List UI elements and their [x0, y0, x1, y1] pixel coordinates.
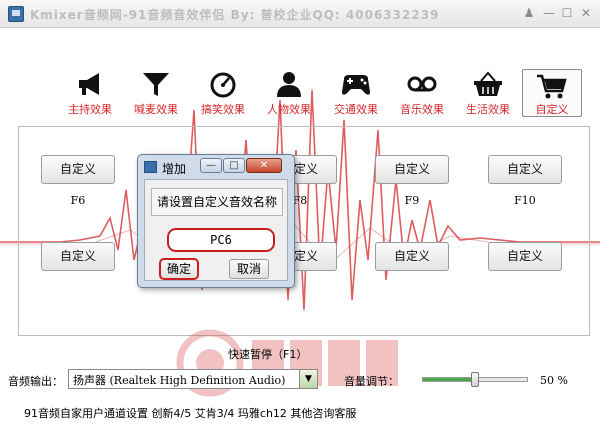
effect-name-input[interactable]: PC6 — [167, 228, 275, 252]
basket-icon — [474, 71, 502, 96]
tab-custom[interactable]: 自定义 — [522, 69, 582, 117]
status-footer: 91音频自家用户通道设置 创新4/5 艾肯3/4 玛雅ch12 其他咨询客服 — [24, 407, 357, 420]
volume-label: 音量调节： — [344, 375, 399, 388]
volume-thumb[interactable] — [471, 372, 479, 387]
tab-label: 交通效果 — [334, 103, 378, 116]
megaphone-icon — [79, 73, 99, 95]
custom-effect-button[interactable]: 自定义 — [41, 242, 115, 271]
window-title: Kmixer音频网-91音频音效伴侣 By: 普校企业QQ: 400633223… — [30, 8, 440, 22]
close-button[interactable]: ✕ — [577, 4, 595, 22]
dialog-maximize-button[interactable]: □ — [223, 158, 245, 173]
tab-label: 喊麦效果 — [134, 103, 178, 116]
custom-effect-button-f9[interactable]: 自定义 — [375, 155, 449, 184]
person-icon — [277, 72, 301, 97]
tab-funny-effects[interactable]: 搞笑效果 — [193, 70, 253, 120]
dialog-minimize-button[interactable]: — — [200, 158, 222, 173]
custom-effect-button-f6[interactable]: 自定义 — [41, 155, 115, 184]
watermark-logo — [176, 329, 398, 397]
person-icon[interactable]: ♟ — [520, 4, 538, 22]
custom-effect-button[interactable]: 自定义 — [375, 242, 449, 271]
title-bar: Kmixer音频网-91音频音效伴侣 By: 普校企业QQ: 400633223… — [0, 0, 600, 28]
ok-button[interactable]: 确定 — [159, 258, 199, 280]
volume-slider[interactable] — [422, 372, 528, 387]
tab-shout-effects[interactable]: 喊麦效果 — [126, 70, 186, 120]
funnel-icon — [143, 73, 169, 96]
gauge-icon — [210, 72, 236, 98]
audio-output-select[interactable]: 扬声器 (Realtek High Definition Audio) ▼ — [68, 369, 318, 389]
cancel-button[interactable]: 取消 — [229, 259, 269, 279]
audio-output-label: 音频输出： — [8, 375, 63, 388]
tab-label: 主持效果 — [68, 103, 112, 116]
minimize-button[interactable]: — — [540, 4, 558, 22]
custom-effect-button[interactable]: 自定义 — [488, 242, 562, 271]
tab-music-effects[interactable]: 音乐效果 — [392, 70, 452, 120]
fkey-label: F10 — [514, 194, 536, 207]
tab-life-effects[interactable]: 生活效果 — [458, 70, 518, 120]
dialog-app-icon — [144, 161, 157, 173]
custom-effect-button-f10[interactable]: 自定义 — [488, 155, 562, 184]
tab-label: 人物效果 — [267, 103, 311, 116]
chevron-down-icon[interactable]: ▼ — [299, 370, 317, 388]
volume-fill — [423, 378, 475, 381]
dialog-close-button[interactable]: ✕ — [246, 158, 282, 173]
fkey-label: F6 — [70, 194, 86, 207]
tab-host-effects[interactable]: 主持效果 — [60, 70, 120, 120]
pause-hotkey-label[interactable]: 快速暂停（F1） — [228, 346, 307, 362]
tab-character-effects[interactable]: 人物效果 — [259, 70, 319, 120]
add-dialog: 增加 — □ ✕ 请设置自定义音效名称 PC6 确定 取消 — [137, 154, 295, 288]
tab-label: 音乐效果 — [400, 103, 444, 116]
cassette-icon — [407, 76, 437, 92]
tab-traffic-effects[interactable]: 交通效果 — [326, 70, 386, 120]
fkey-label: F9 — [404, 194, 420, 207]
gamepad-icon — [342, 75, 370, 95]
dialog-prompt: 请设置自定义音效名称 — [151, 188, 283, 216]
dialog-title: 增加 — [162, 162, 187, 176]
tab-label: 自定义 — [535, 103, 569, 116]
maximize-button[interactable]: ☐ — [558, 4, 576, 22]
effects-toolbar: 主持效果 喊麦效果 搞笑效果 人物效果 交通效果 音乐效果 生活效果 自定义 — [60, 69, 590, 120]
audio-output-value: 扬声器 (Realtek High Definition Audio) — [73, 374, 286, 387]
dialog-body: 请设置自定义音效名称 PC6 确定 取消 — [144, 179, 288, 281]
volume-percent: 50 % — [540, 374, 568, 387]
cart-icon — [537, 74, 567, 99]
app-icon — [8, 6, 24, 22]
tab-label: 搞笑效果 — [201, 103, 245, 116]
tab-label: 生活效果 — [466, 103, 510, 116]
